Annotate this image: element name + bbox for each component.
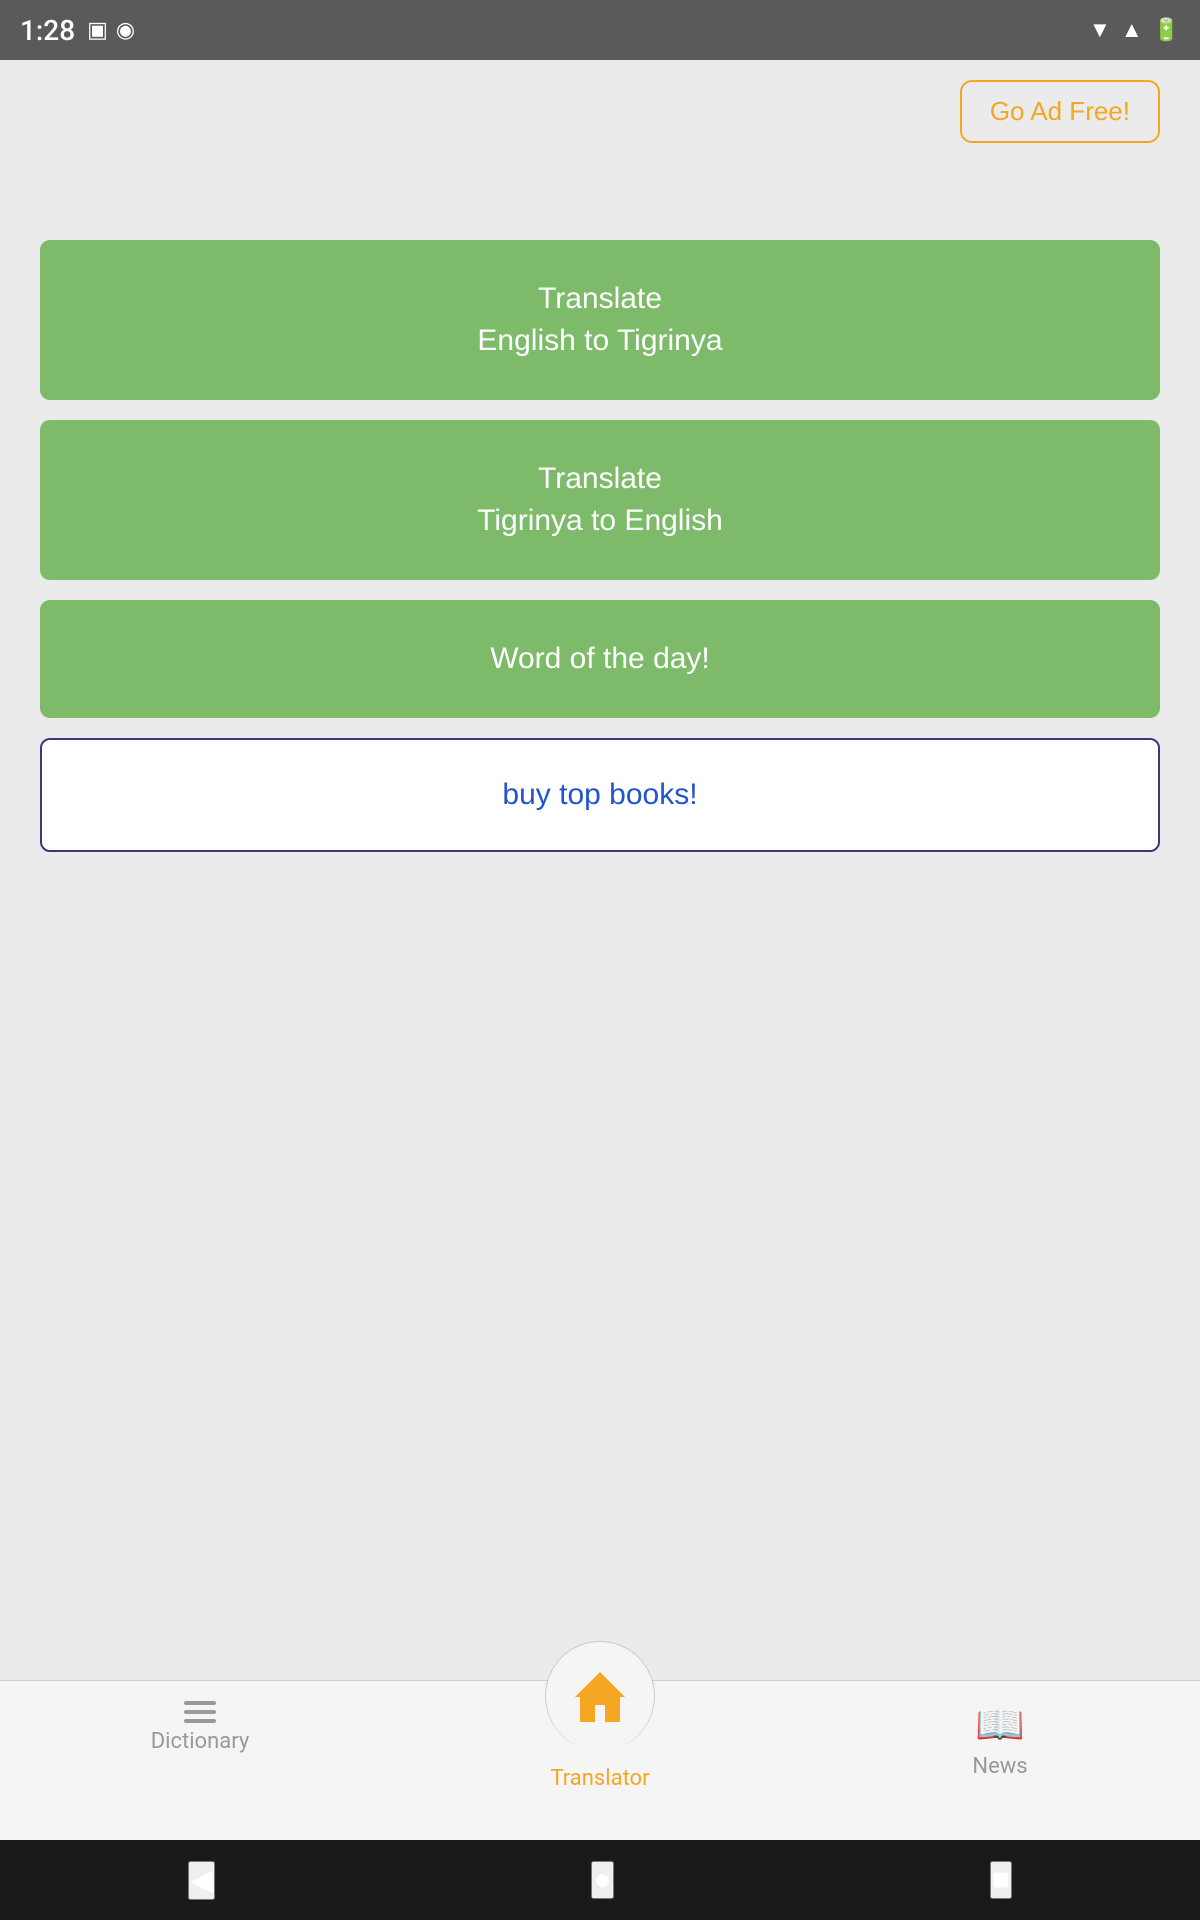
nav-label-translator: Translator — [550, 1766, 649, 1791]
bottom-nav: Dictionary Translator 📖 News — [0, 1680, 1200, 1840]
buy-top-books-button[interactable]: buy top books! — [40, 738, 1160, 852]
home-icon — [570, 1667, 630, 1727]
status-bar-right: ▼ ▲ 🔋 — [1089, 17, 1180, 43]
nav-item-translator[interactable]: Translator — [400, 1691, 800, 1791]
recent-button[interactable]: ■ — [990, 1861, 1012, 1899]
translate-tig-eng-line2: Tigrinya to English — [477, 504, 723, 537]
status-time: 1:28 — [20, 14, 75, 47]
back-button[interactable]: ◀ — [188, 1861, 215, 1900]
translate-eng-tig-line1: Translate — [538, 282, 662, 315]
list-icon — [184, 1701, 216, 1723]
translate-tig-to-eng-button[interactable]: Translate Tigrinya to English — [40, 420, 1160, 580]
book-icon: 📖 — [975, 1701, 1025, 1748]
word-of-the-day-button[interactable]: Word of the day! — [40, 600, 1160, 718]
translator-bubble — [545, 1641, 655, 1751]
nav-item-dictionary[interactable]: Dictionary — [0, 1691, 400, 1754]
battery-icon: 🔋 — [1153, 18, 1180, 43]
home-button[interactable]: ● — [591, 1861, 613, 1899]
translate-eng-to-tig-button[interactable]: Translate English to Tigrinya — [40, 240, 1160, 400]
buttons-container: Translate English to Tigrinya Translate … — [40, 240, 1160, 852]
circle-logo-icon: ◉ — [116, 18, 135, 43]
go-ad-free-button[interactable]: Go Ad Free! — [960, 80, 1160, 143]
status-icons-left: ▣ ◉ — [87, 18, 135, 43]
android-nav: ◀ ● ■ — [0, 1840, 1200, 1920]
sim-card-icon: ▣ — [87, 18, 108, 43]
nav-label-dictionary: Dictionary — [151, 1729, 250, 1754]
translate-eng-tig-line2: English to Tigrinya — [477, 324, 722, 357]
main-content: Go Ad Free! Translate English to Tigriny… — [0, 60, 1200, 1680]
translate-tig-eng-line1: Translate — [538, 462, 662, 495]
wifi-icon: ▼ — [1089, 17, 1111, 43]
nav-item-news[interactable]: 📖 News — [800, 1691, 1200, 1779]
nav-label-news: News — [972, 1754, 1027, 1779]
status-bar: 1:28 ▣ ◉ ▼ ▲ 🔋 — [0, 0, 1200, 60]
signal-icon: ▲ — [1121, 17, 1143, 43]
status-bar-left: 1:28 ▣ ◉ — [20, 14, 135, 47]
